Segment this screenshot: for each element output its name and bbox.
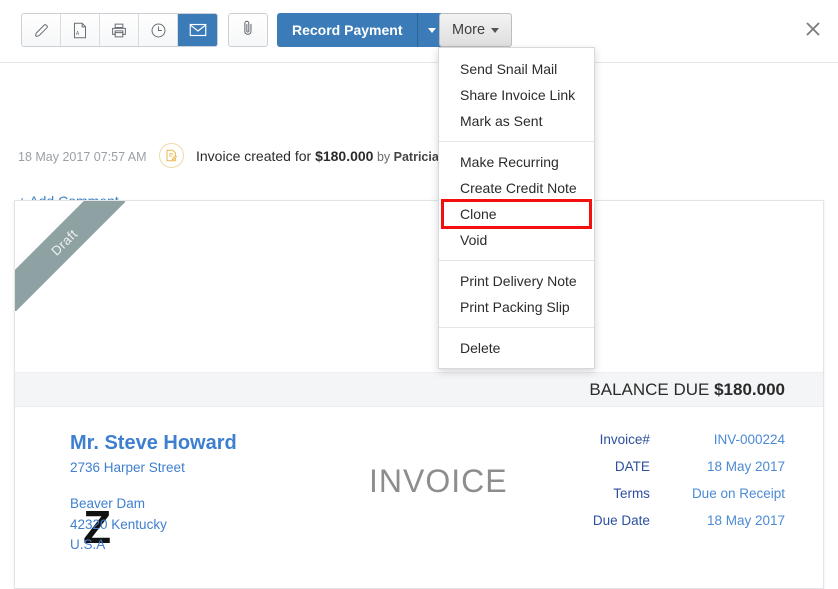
customer-city: Beaver Dam xyxy=(70,494,237,514)
more-button-label: More xyxy=(452,22,485,38)
invoice-preview-card: Draft Z INVOICE BALANCE DUE $180.000 Mr.… xyxy=(14,200,824,589)
svg-text:A: A xyxy=(76,31,80,37)
invoice-heading: INVOICE xyxy=(369,463,508,500)
close-icon xyxy=(803,19,823,44)
icon-button-group: A xyxy=(21,13,218,47)
balance-due-amount: $180.000 xyxy=(714,380,785,399)
toolbar: A xyxy=(0,0,838,63)
address-spacer xyxy=(70,478,237,494)
table-row: DATE 18 May 2017 xyxy=(593,459,785,486)
menu-item-mark-as-sent[interactable]: Mark as Sent xyxy=(439,108,594,134)
meta-value-invoice-number: INV-000224 xyxy=(692,432,785,459)
status-ribbon-label: Draft xyxy=(15,201,125,311)
table-row: Due Date 18 May 2017 xyxy=(593,513,785,540)
balance-due-text: BALANCE DUE $180.000 xyxy=(589,380,785,400)
customer-country: U.S.A xyxy=(70,535,237,555)
meta-label-invoice-number: Invoice# xyxy=(593,432,692,459)
meta-label-due-date: Due Date xyxy=(593,513,692,540)
menu-separator xyxy=(439,260,594,261)
clock-icon xyxy=(150,22,167,39)
pdf-icon: A xyxy=(72,22,88,39)
more-dropdown-menu: Send Snail MailShare Invoice LinkMark as… xyxy=(438,47,595,369)
chevron-down-icon xyxy=(428,28,436,33)
edit-icon xyxy=(33,22,50,39)
envelope-icon xyxy=(189,23,207,37)
menu-item-print-delivery-note[interactable]: Print Delivery Note xyxy=(439,268,594,294)
menu-separator xyxy=(439,141,594,142)
meta-value-date: 18 May 2017 xyxy=(692,459,785,486)
customer-name: Mr. Steve Howard xyxy=(70,431,237,456)
record-payment-group: Record Payment xyxy=(277,13,445,47)
close-button[interactable] xyxy=(799,17,827,45)
customer-region: 42320 Kentucky xyxy=(70,515,237,535)
menu-item-delete[interactable]: Delete xyxy=(439,335,594,361)
menu-item-create-credit-note[interactable]: Create Credit Note xyxy=(439,175,594,201)
edit-button[interactable] xyxy=(22,14,61,46)
record-payment-button[interactable]: Record Payment xyxy=(277,13,418,47)
record-payment-label: Record Payment xyxy=(292,22,402,38)
history-section: 18 May 2017 07:57 AM Invoice created for… xyxy=(0,62,838,172)
history-button[interactable] xyxy=(139,14,178,46)
menu-item-make-recurring[interactable]: Make Recurring xyxy=(439,149,594,175)
meta-label-terms: Terms xyxy=(593,486,692,513)
menu-item-share-invoice-link[interactable]: Share Invoice Link xyxy=(439,82,594,108)
bill-to-block: Mr. Steve Howard 2736 Harper Street Beav… xyxy=(70,431,237,555)
status-ribbon: Draft xyxy=(15,201,125,311)
invoice-created-icon xyxy=(159,143,184,168)
chevron-down-icon xyxy=(491,28,499,33)
meta-label-date: DATE xyxy=(593,459,692,486)
menu-separator xyxy=(439,327,594,328)
history-by-word: by xyxy=(373,150,393,164)
print-button[interactable] xyxy=(100,14,139,46)
menu-item-void[interactable]: Void xyxy=(439,227,594,253)
pdf-button[interactable]: A xyxy=(61,14,100,46)
print-icon xyxy=(110,22,128,39)
menu-item-clone[interactable]: Clone xyxy=(443,201,590,227)
table-row: Terms Due on Receipt xyxy=(593,486,785,513)
history-message-prefix: Invoice created for xyxy=(196,148,315,164)
menu-item-print-packing-slip[interactable]: Print Packing Slip xyxy=(439,294,594,320)
history-timestamp: 18 May 2017 07:57 AM xyxy=(18,150,147,164)
invoice-meta-table: Invoice# INV-000224 DATE 18 May 2017 Ter… xyxy=(593,432,785,540)
history-message: Invoice created for $180.000 by Patricia… xyxy=(196,148,451,164)
table-row: Invoice# INV-000224 xyxy=(593,432,785,459)
attachment-button[interactable] xyxy=(228,13,268,47)
meta-value-terms: Due on Receipt xyxy=(692,486,785,513)
menu-item-send-snail-mail[interactable]: Send Snail Mail xyxy=(439,56,594,82)
meta-value-due-date: 18 May 2017 xyxy=(692,513,785,540)
history-amount: $180.000 xyxy=(315,148,373,164)
customer-street: 2736 Harper Street xyxy=(70,458,237,478)
balance-due-label: BALANCE DUE xyxy=(589,380,714,399)
email-button[interactable] xyxy=(178,14,217,46)
more-button[interactable]: More xyxy=(439,13,512,47)
paperclip-icon xyxy=(241,19,255,42)
